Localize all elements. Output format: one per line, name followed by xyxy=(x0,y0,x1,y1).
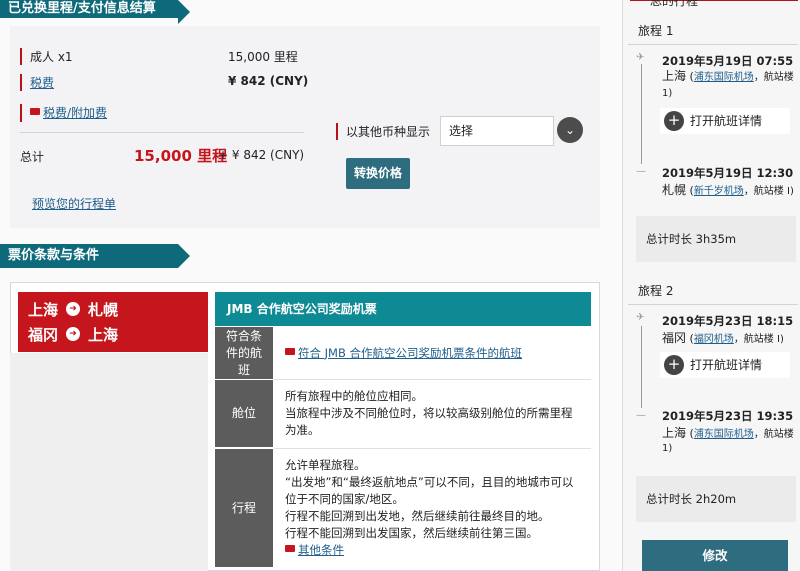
plane-departure-icon: ✈ xyxy=(636,52,645,63)
eligible-flights-row: 符合 JMB 合作航空公司奖励机票条件的航班 xyxy=(285,345,581,362)
leg-1-total-duration: 总计时长 3h35m xyxy=(636,216,796,262)
leg-2-arrival-airport[interactable]: 浦东国际机场 xyxy=(694,429,754,440)
summary-divider xyxy=(20,132,304,133)
terms-header: 票价条款与条件 xyxy=(0,244,190,268)
leg-2-arrival-time: 2019年5月23日 19:35 xyxy=(662,409,794,423)
leg-2-total-duration: 总计时长 2h20m xyxy=(636,476,796,522)
leg-1-label: 旅程 1 xyxy=(638,24,674,38)
route-2-destination: 上海 xyxy=(88,326,119,344)
adult-miles-value: 15,000 里程 xyxy=(228,50,298,64)
convert-price-button[interactable]: 转换价格 xyxy=(346,158,410,189)
leg-divider xyxy=(628,304,798,305)
itinerary-rule-4: 行程不能回溯到出发国家，然后继续前往第三国。 xyxy=(285,526,538,540)
leg-2-departure-place: 福冈 (福冈机场，航站楼 I) xyxy=(662,331,784,345)
itinerary-rule-2: “出发地”和“最终返航地点”可以不同，且目的地城市可以位于不同的国家/地区。 xyxy=(285,475,574,506)
preview-itinerary-link[interactable]: 预览您的行程单 xyxy=(32,195,116,212)
leg-1-arrival-place: 札幌 (新千岁机场，航站楼 I) xyxy=(662,183,794,197)
leg-1-arrival-time: 2019年5月19日 12:30 xyxy=(662,166,794,180)
term-body-cabin: 所有旅程中的舱位应相同。 当旅程中涉及不同舱位时，将以较高级别舱位的所需里程为准… xyxy=(275,380,591,447)
leg-1-departure-airport[interactable]: 浦东国际机场 xyxy=(694,72,754,83)
leg-2-departure-airport[interactable]: 福冈机场 xyxy=(694,334,734,345)
leg-2-arrival-city: 上海 xyxy=(662,426,687,440)
currency-select[interactable]: 选择 xyxy=(440,116,554,146)
itinerary-rule-1: 允许单程旅程。 xyxy=(285,458,366,472)
leg-2-detail-label: 打开航班详情 xyxy=(690,358,763,372)
total-label: 总计 xyxy=(20,150,45,164)
leg-1-arrival-airport[interactable]: 新千岁机场 xyxy=(694,186,744,197)
tax-link[interactable]: 税费 xyxy=(30,76,54,90)
leg-2-departure-time: 2019年5月23日 18:15 xyxy=(662,314,794,328)
ticket-icon xyxy=(285,545,295,552)
leg-1-flight-details-button[interactable]: + 打开航班详情 xyxy=(660,108,790,134)
leg-1-departure-place: 上海 (浦东国际机场，航站楼 1) xyxy=(662,69,794,99)
leg-2-departure-terminal: ，航站楼 I) xyxy=(733,334,784,345)
leg-divider xyxy=(628,44,798,45)
surcharge-row: 税费/附加费 xyxy=(20,104,107,122)
plane-arrival-icon: — xyxy=(636,410,646,421)
eligible-flights-link[interactable]: 符合 JMB 合作航空公司奖励机票条件的航班 xyxy=(298,346,522,360)
term-body-itinerary: 允许单程旅程。 “出发地”和“最终返航地点”可以不同，且目的地城市可以位于不同的… xyxy=(275,449,591,567)
leg-1-arrival-city: 札幌 xyxy=(662,183,687,197)
leg-1-departure-time: 2019年5月19日 07:55 xyxy=(662,54,794,68)
total-miles: 15,000 里程 xyxy=(134,147,228,165)
plus-circle-icon: + xyxy=(664,111,684,131)
route-1-destination: 札幌 xyxy=(88,301,119,319)
leg-2-departure-city: 福冈 xyxy=(662,331,687,345)
term-label-itinerary: 行程 xyxy=(215,449,273,567)
term-label-eligible: 符合条件的航班 xyxy=(215,327,273,379)
ticket-icon xyxy=(285,347,295,355)
leg-1-departure-city: 上海 xyxy=(662,69,687,83)
tax-link-wrap: 税费 xyxy=(20,74,54,91)
leg-2-arrival-place: 上海 (浦东国际机场，航站楼 1) xyxy=(662,426,794,454)
plane-arrival-icon: — xyxy=(636,166,646,177)
leg-1-timeline xyxy=(641,64,642,164)
cabin-line-2: 当旅程中涉及不同舱位时，将以较高级别舱位的所需里程为准。 xyxy=(285,406,573,437)
route-box: 上海 ➜ 札幌 福冈 ➜ 上海 xyxy=(18,292,208,352)
route-sub-panel xyxy=(10,353,208,571)
surcharge-link[interactable]: 税费/附加费 xyxy=(43,106,107,120)
other-conditions-link[interactable]: 其他条件 xyxy=(298,543,344,557)
chevron-down-icon[interactable]: ⌄ xyxy=(557,117,583,143)
currency-label: 以其他币种显示 xyxy=(336,123,430,140)
ticket-icon xyxy=(30,108,40,115)
modify-button[interactable]: 修改 xyxy=(642,540,788,571)
tax-value: ¥ 842 (CNY) xyxy=(228,74,309,88)
summary-header: 已兑换里程/支付信息结算 xyxy=(0,0,190,24)
leg-2-flight-details-button[interactable]: + 打开航班详情 xyxy=(660,352,790,378)
adult-count-label: 成人 x1 xyxy=(20,48,73,65)
plane-departure-icon: ✈ xyxy=(636,312,645,323)
itinerary-title: 总的行程 xyxy=(650,0,699,8)
leg-1-detail-label: 打开航班详情 xyxy=(690,114,763,128)
plus-circle-icon: + xyxy=(664,355,684,375)
cabin-line-1: 所有旅程中的舱位应相同。 xyxy=(285,389,423,403)
fare-type-title: JMB 合作航空公司奖励机票 xyxy=(215,292,591,326)
term-label-eligible-text: 符合条件的航班 xyxy=(225,328,262,377)
itinerary-rule-3: 行程不能回溯到出发地，然后继续前往最终目的地。 xyxy=(285,509,550,523)
route-row-1: 上海 ➜ 札幌 xyxy=(28,299,118,320)
route-1-origin: 上海 xyxy=(28,301,59,319)
leg-2-timeline xyxy=(641,326,642,408)
term-body-eligible: 符合 JMB 合作航空公司奖励机票条件的航班 xyxy=(275,327,591,379)
other-conditions-row: 其他条件 xyxy=(285,542,581,559)
total-plus-amount: + ¥ 842 (CNY) xyxy=(218,148,305,162)
leg-2-label: 旅程 2 xyxy=(638,284,674,298)
arrow-right-icon: ➜ xyxy=(66,326,81,341)
route-row-2: 福冈 ➜ 上海 xyxy=(28,324,118,345)
arrow-right-icon: ➜ xyxy=(66,301,81,316)
leg-1-arrival-terminal: ，航站楼 I) xyxy=(743,186,794,197)
route-2-origin: 福冈 xyxy=(28,326,59,344)
term-label-cabin: 舱位 xyxy=(215,380,273,447)
